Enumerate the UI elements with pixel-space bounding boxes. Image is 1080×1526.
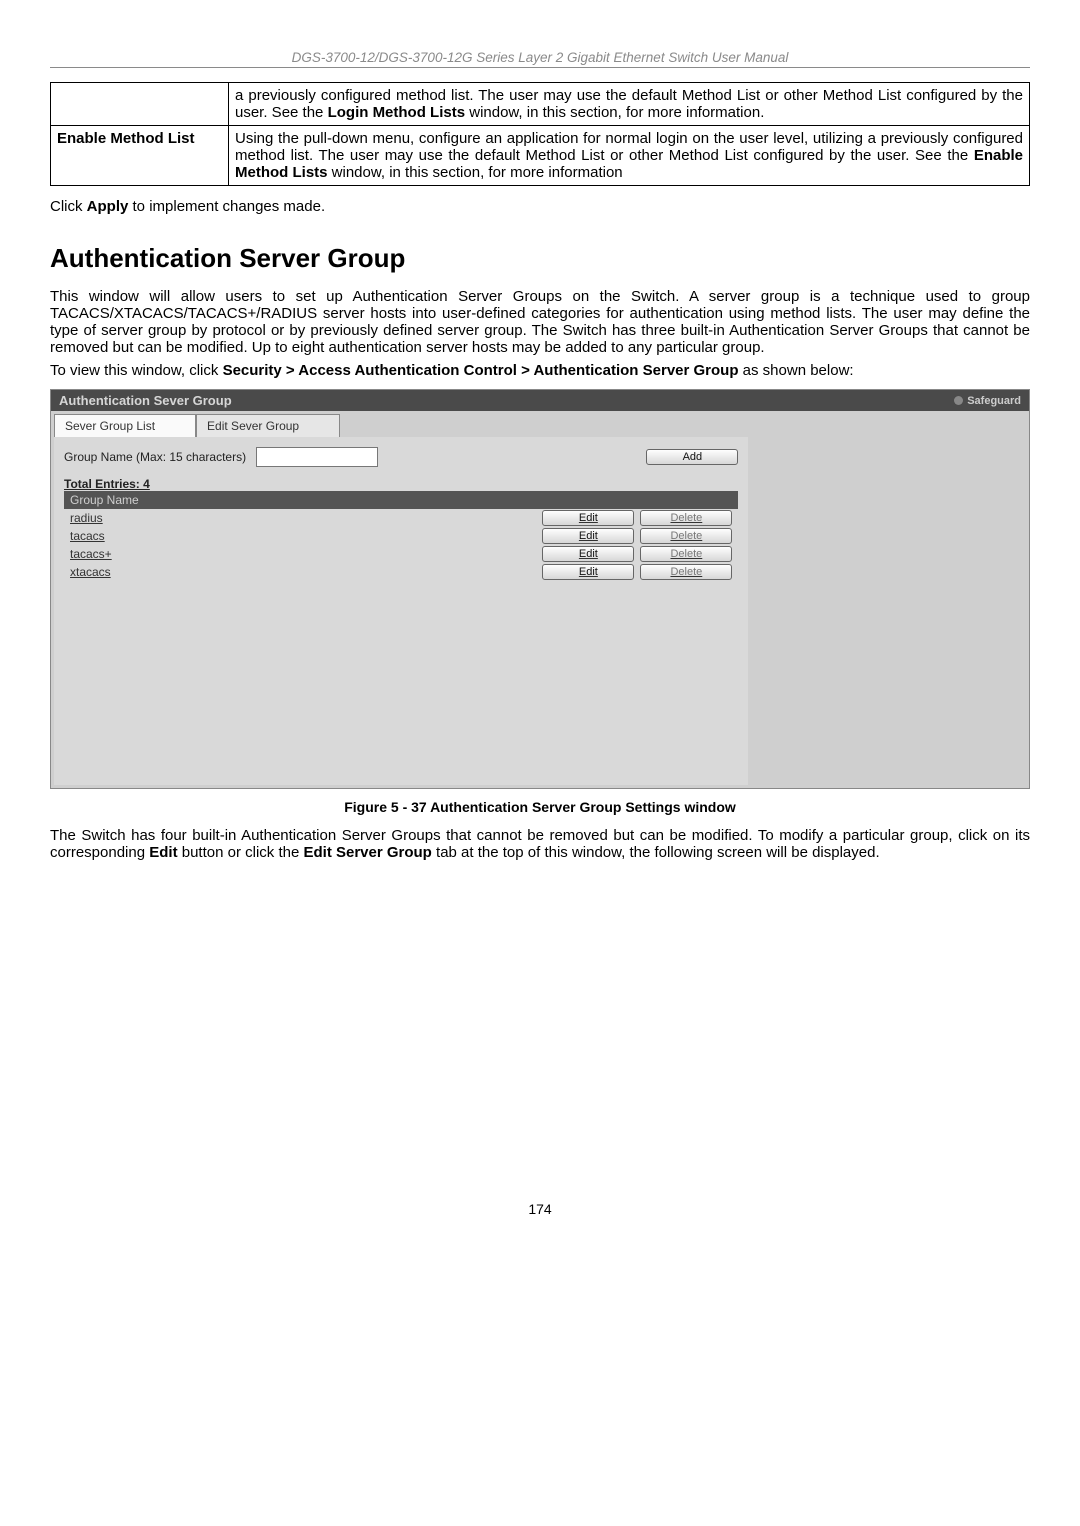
apply-instruction: Click Apply to implement changes made. xyxy=(50,198,1030,215)
edit-button[interactable]: Edit xyxy=(542,564,634,580)
bold-text: Apply xyxy=(87,198,129,215)
edit-button[interactable]: Edit xyxy=(542,510,634,526)
group-name-cell: tacacs xyxy=(70,529,105,543)
param-label: Enable Method List xyxy=(51,126,229,186)
grid-empty-space xyxy=(64,581,738,781)
panel-body: Sever Group List Edit Sever Group Group … xyxy=(51,411,1029,788)
parameter-table: a previously configured method list. The… xyxy=(50,82,1030,186)
safeguard-icon xyxy=(954,396,963,405)
paragraph: This window will allow users to set up A… xyxy=(50,288,1030,356)
list-item: tacacs+ Edit Delete xyxy=(64,545,738,563)
delete-button[interactable]: Delete xyxy=(640,528,732,544)
text: window, in this section, for more inform… xyxy=(328,164,623,181)
add-button[interactable]: Add xyxy=(646,449,738,465)
group-name-input[interactable] xyxy=(256,447,378,467)
bold-text: Login Method Lists xyxy=(328,104,465,121)
bold-text: Edit Server Group xyxy=(303,844,431,861)
text: Using the pull-down menu, configure an a… xyxy=(235,130,1023,164)
param-desc: a previously configured method list. The… xyxy=(229,83,1030,126)
text: button or click the xyxy=(178,844,304,861)
delete-button[interactable]: Delete xyxy=(640,546,732,562)
edit-button[interactable]: Edit xyxy=(542,528,634,544)
delete-button[interactable]: Delete xyxy=(640,564,732,580)
table-row: a previously configured method list. The… xyxy=(51,83,1030,126)
tab-content: Group Name (Max: 15 characters) Add Tota… xyxy=(54,437,748,785)
list-item: tacacs Edit Delete xyxy=(64,527,738,545)
group-name-cell: xtacacs xyxy=(70,565,111,579)
total-entries-label: Total Entries: 4 xyxy=(64,477,738,491)
safeguard-badge: Safeguard xyxy=(954,395,1021,407)
text: To view this window, click xyxy=(50,362,223,379)
edit-button[interactable]: Edit xyxy=(542,546,634,562)
panel-left: Sever Group List Edit Sever Group Group … xyxy=(51,411,751,788)
tab-edit-server-group[interactable]: Edit Sever Group xyxy=(196,414,340,437)
param-label-empty xyxy=(51,83,229,126)
figure-caption: Figure 5 - 37 Authentication Server Grou… xyxy=(50,799,1030,815)
text: to implement changes made. xyxy=(128,198,325,215)
section-heading: Authentication Server Group xyxy=(50,243,1030,274)
group-grid: Group Name radius Edit Delete tacacs Edi… xyxy=(64,491,738,781)
tab-server-group-list[interactable]: Sever Group List xyxy=(54,414,196,437)
table-row: Enable Method List Using the pull-down m… xyxy=(51,126,1030,186)
panel-title-text: Authentication Sever Group xyxy=(59,393,232,408)
bold-text: Security > Access Authentication Control… xyxy=(223,362,739,379)
group-name-cell: radius xyxy=(70,511,103,525)
tabs-row: Sever Group List Edit Sever Group xyxy=(54,414,748,437)
delete-button[interactable]: Delete xyxy=(640,510,732,526)
group-name-cell: tacacs+ xyxy=(70,547,112,561)
page-header-line: DGS-3700-12/DGS-3700-12G Series Layer 2 … xyxy=(50,50,1030,68)
add-group-row: Group Name (Max: 15 characters) Add xyxy=(64,447,738,467)
screenshot-panel: Authentication Sever Group Safeguard Sev… xyxy=(50,389,1030,789)
panel-title-bar: Authentication Sever Group Safeguard xyxy=(51,390,1029,411)
text: window, in this section, for more inform… xyxy=(465,104,764,121)
text: Click xyxy=(50,198,87,215)
text: tab at the top of this window, the follo… xyxy=(432,844,880,861)
list-item: radius Edit Delete xyxy=(64,509,738,527)
list-item: xtacacs Edit Delete xyxy=(64,563,738,581)
panel-right-empty xyxy=(751,411,1029,788)
group-name-label: Group Name (Max: 15 characters) xyxy=(64,450,246,464)
paragraph: The Switch has four built-in Authenticat… xyxy=(50,827,1030,861)
paragraph: To view this window, click Security > Ac… xyxy=(50,362,1030,379)
bold-text: Edit xyxy=(149,844,177,861)
param-desc: Using the pull-down menu, configure an a… xyxy=(229,126,1030,186)
page-number: 174 xyxy=(50,1201,1030,1217)
text: as shown below: xyxy=(739,362,854,379)
grid-column-header: Group Name xyxy=(64,491,738,509)
safeguard-label: Safeguard xyxy=(967,395,1021,407)
